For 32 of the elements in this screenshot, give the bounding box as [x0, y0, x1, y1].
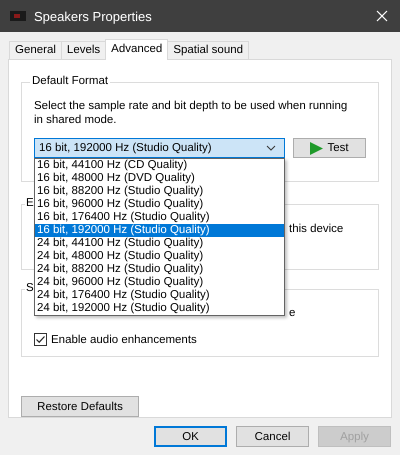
checkbox-label: Enable audio enhancements	[51, 334, 197, 346]
option-text: e	[289, 307, 296, 320]
dropdown-option[interactable]: 16 bit, 88200 Hz (Studio Quality)	[35, 185, 284, 198]
tab[interactable]: General	[9, 41, 62, 59]
window-title: Speakers Properties	[34, 8, 153, 24]
dropdown-option[interactable]: 24 bit, 176400 Hz (Studio Quality)	[35, 289, 284, 302]
close-icon[interactable]	[376, 10, 388, 22]
dropdown-option[interactable]: 16 bit, 176400 Hz (Studio Quality)	[35, 211, 284, 224]
dropdown-option[interactable]: 16 bit, 44100 Hz (CD Quality)	[35, 159, 284, 172]
tab[interactable]: Spatial sound	[167, 41, 250, 59]
dropdown-option[interactable]: 24 bit, 48000 Hz (Studio Quality)	[35, 250, 284, 263]
dropdown-option[interactable]: 24 bit, 44100 Hz (Studio Quality)	[35, 237, 284, 250]
dropdown-option[interactable]: 24 bit, 88200 Hz (Studio Quality)	[35, 263, 284, 276]
checkbox[interactable]	[34, 333, 47, 346]
format-dropdown[interactable]: 16 bit, 192000 Hz (Studio Quality)	[34, 138, 285, 158]
dropdown-option[interactable]: 24 bit, 192000 Hz (Studio Quality)	[35, 302, 284, 315]
group-title: E	[25, 196, 35, 209]
chevron-icon	[266, 145, 276, 151]
group-title: Default Format	[30, 75, 110, 87]
dropdown-option[interactable]: 16 bit, 96000 Hz (Studio Quality)	[35, 198, 284, 211]
dropdown-option[interactable]: 16 bit, 48000 Hz (DVD Quality)	[35, 172, 284, 185]
dialog-button[interactable]: Cancel	[236, 426, 309, 447]
restore-defaults-button[interactable]: Restore Defaults	[21, 396, 139, 417]
test-button[interactable]: Test	[293, 138, 366, 158]
dropdown-option[interactable]: 16 bit, 192000 Hz (Studio Quality)	[35, 224, 284, 237]
group-title: S	[25, 282, 35, 294]
dropdown-option[interactable]: 24 bit, 96000 Hz (Studio Quality)	[35, 276, 284, 289]
option-text: this device	[289, 222, 344, 235]
dialog-button[interactable]: OK	[154, 426, 227, 447]
play-icon	[310, 142, 324, 154]
tab[interactable]: Advanced	[105, 39, 168, 60]
description-text: Select the sample rate and bit depth to be used when running in shared mode.	[34, 99, 348, 127]
